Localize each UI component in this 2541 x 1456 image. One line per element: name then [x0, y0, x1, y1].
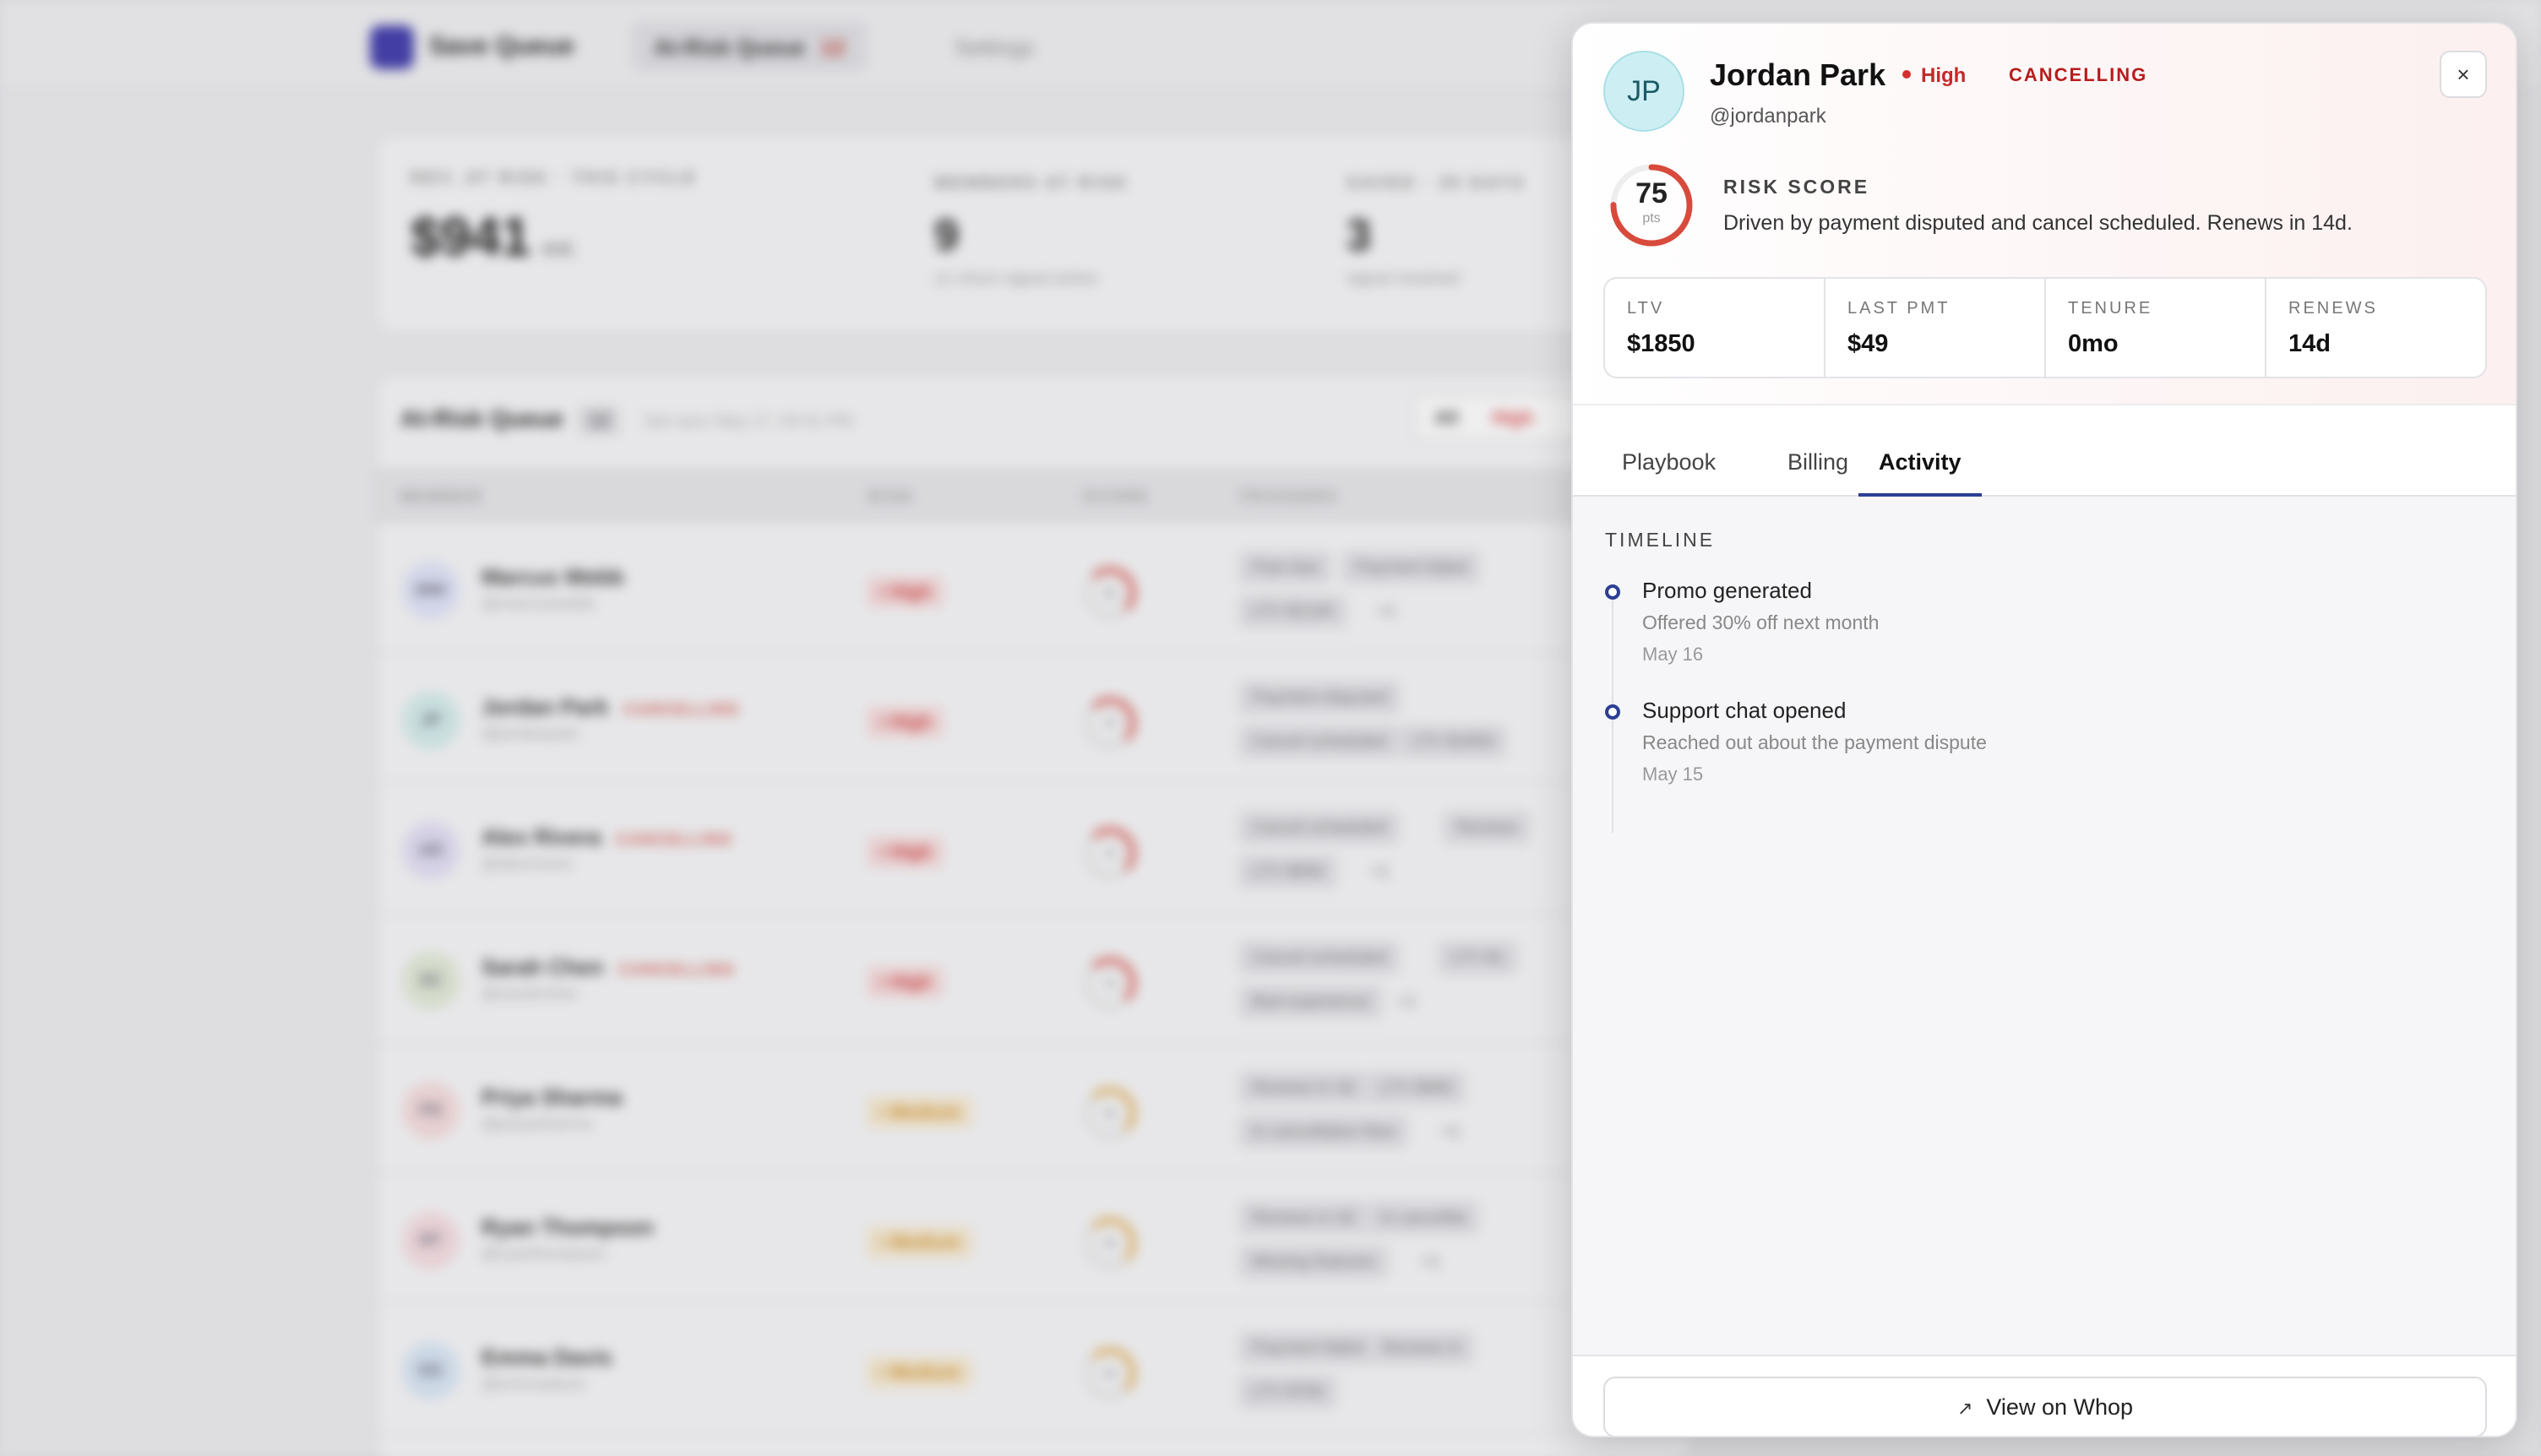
risk-badge-label: High [1921, 64, 1967, 87]
member-avatar: JP [1603, 51, 1684, 132]
status-badge: CANCELLING [2009, 64, 2148, 85]
metric-label: RENEWS [2288, 299, 2378, 318]
tab-billing[interactable]: Billing [1767, 405, 1869, 497]
panel-header: JP Jordan Park High CANCELLING @jordanpa… [1573, 24, 2516, 404]
risk-score-description: Driven by payment disputed and cancel sc… [1723, 211, 2353, 235]
member-detail-panel: JP Jordan Park High CANCELLING @jordanpa… [1571, 22, 2517, 1437]
timeline-item-heading: Promo generated [1642, 578, 1812, 603]
metric-label: LTV [1627, 299, 1665, 318]
tab-activity[interactable]: Activity [1858, 405, 1982, 497]
metrics-grid: LTV $1850 LAST PMT $49 TENURE 0mo RENEWS… [1603, 277, 2487, 378]
member-handle: @jordanpark [1710, 105, 1826, 128]
metric-label: LAST PMT [1847, 299, 1951, 318]
close-icon: × [2457, 62, 2470, 87]
risk-dot-icon [1902, 69, 1911, 79]
timeline-dot-icon [1605, 704, 1620, 720]
timeline-item-description: Reached out about the payment dispute [1642, 731, 1987, 753]
external-link-icon: ↗ [1956, 1398, 1973, 1419]
timeline-item-date: May 16 [1642, 644, 1704, 665]
timeline-title: TIMELINE [1605, 529, 1716, 551]
panel-tabs: Playbook Billing Activity [1573, 404, 2516, 497]
risk-score-ring: 75 pts [1608, 162, 1695, 248]
metric-value: 14d [2288, 330, 2331, 357]
timeline-dot-icon [1605, 584, 1620, 600]
view-on-whop-label: View on Whop [1986, 1394, 2134, 1420]
tab-playbook[interactable]: Playbook [1602, 405, 1736, 497]
timeline-item-heading: Support chat opened [1642, 698, 1847, 723]
activity-tab-content: TIMELINE Promo generated Offered 30% off… [1573, 497, 2516, 1355]
timeline-item-description: Offered 30% off next month [1642, 611, 1880, 633]
metric-value: 0mo [2068, 330, 2119, 357]
risk-badge: High [1902, 64, 1966, 88]
close-button[interactable]: × [2440, 51, 2487, 98]
view-on-whop-button[interactable]: ↗ View on Whop [1603, 1377, 2487, 1436]
risk-score-value: 75 [1635, 177, 1668, 209]
metric-value: $1850 [1627, 330, 1695, 357]
metric-label: TENURE [2068, 299, 2153, 318]
risk-score-label: RISK SCORE [1723, 176, 1870, 198]
metric-last-payment: LAST PMT $49 [1825, 279, 2046, 377]
panel-footer: ↗ View on Whop [1573, 1355, 2516, 1436]
metric-ltv: LTV $1850 [1605, 279, 1825, 377]
risk-score-unit: pts [1642, 211, 1661, 225]
metric-renews: RENEWS 14d [2266, 279, 2485, 377]
metric-tenure: TENURE 0mo [2046, 279, 2266, 377]
member-name: Jordan Park [1710, 57, 1886, 92]
metric-value: $49 [1847, 330, 1889, 357]
timeline-item-date: May 15 [1642, 763, 1704, 785]
